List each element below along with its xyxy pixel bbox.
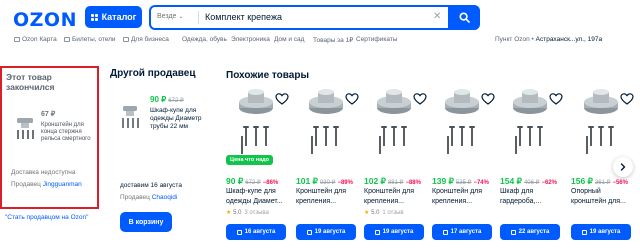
sub-navigation: Ozon Карта Билеты, отели Для бизнеса Оде… [0, 36, 640, 48]
product-name[interactable]: Кронштейн для крепления... [296, 187, 362, 206]
favorite-heart-icon[interactable] [481, 92, 495, 106]
pickup-address: Астраханск...ул., 197а [535, 36, 603, 43]
subnav-item-tickets[interactable]: Билеты, отели [64, 36, 116, 43]
subnav-label: Ozon Карта [22, 36, 57, 43]
subnav-label: Билеты, отели [72, 36, 116, 43]
delivery-date-button[interactable]: 16 августа [226, 224, 286, 240]
catalog-button[interactable]: Каталог [85, 6, 142, 28]
product-price: 139 ₽535 ₽ −74% [432, 176, 489, 186]
product-rating: ★ 5.0 1 отзыв [364, 210, 404, 216]
calendar-icon [442, 229, 448, 235]
product-rating: ★ 5.0 3 отзыва [226, 210, 269, 216]
product-card[interactable]: 154 ₽406 ₽ −62% Шкаф для гардероба,... 22 а… [500, 88, 566, 252]
product-name[interactable]: Опорный кронштейн для... [571, 187, 637, 206]
subnav-item-home[interactable]: Дом и сад [274, 36, 304, 43]
product-name[interactable]: Кронштейн для крепления... [364, 187, 430, 206]
other-seller-seller: Продавец Chaoqidi [120, 194, 177, 201]
star-icon: ★ [226, 210, 232, 216]
seller-link[interactable]: Jingguanman [43, 181, 82, 188]
product-price: 156 ₽361 ₽ −56% [571, 176, 628, 186]
product-thumbnail[interactable] [119, 105, 141, 129]
shipping-status: Доставка недоступна [11, 169, 76, 176]
clear-search-icon[interactable]: ✕ [433, 11, 441, 22]
delivery-date-button[interactable]: 19 августа [364, 224, 424, 240]
product-card[interactable]: 101 ₽930 ₽ −89% Кронштейн для крепления...… [296, 88, 362, 252]
add-to-cart-button[interactable]: В корзину [120, 212, 172, 232]
product-name[interactable]: Шкаф для гардероба,... [500, 187, 566, 206]
plane-icon [64, 37, 70, 42]
subnav-item-one-ruble[interactable]: Товары за 1₽ [313, 36, 353, 44]
card-icon [14, 37, 20, 42]
other-seller-product-name[interactable]: Шкаф-купе для одежды Диаметр трубы 22 мм [150, 107, 210, 131]
subnav-item-clothes[interactable]: Одежда, обувь [182, 36, 227, 43]
search-scope-value: Везде [157, 13, 177, 20]
product-thumbnail [17, 118, 34, 139]
similar-products-heading: Похожие товары [226, 70, 310, 81]
pickup-label: Пункт Ozon [495, 36, 530, 43]
product-price: 154 ₽406 ₽ −62% [500, 176, 557, 186]
star-icon: ★ [364, 210, 370, 216]
delivery-date-button[interactable]: 22 августа [500, 224, 560, 240]
search-button[interactable] [448, 5, 480, 30]
seller-label: Продавец [120, 194, 150, 201]
delivery-date-button[interactable]: 17 августа [432, 224, 492, 240]
become-seller-link[interactable]: "Стать продавцом на Ozon" [5, 214, 88, 221]
search-icon [458, 12, 470, 23]
out-of-stock-name[interactable]: Кронштейн для конца стержня рельса смерт… [41, 122, 98, 143]
out-of-stock-title: Этот товар закончился [6, 72, 55, 92]
out-of-stock-seller: Продавец Jingguanman [11, 181, 82, 188]
favorite-heart-icon[interactable] [620, 92, 634, 106]
product-price: 102 ₽881 ₽ −88% [364, 176, 421, 186]
out-of-stock-panel: Этот товар закончился 67 ₽ Кронштейн для … [0, 66, 99, 209]
delivery-date: доставим 16 августа [120, 182, 182, 189]
subnav-item-ozon-card[interactable]: Ozon Карта [14, 36, 57, 43]
product-card[interactable]: Цена что надо 90 ₽672 ₽ −86% Шкаф-купе для … [226, 88, 292, 252]
subnav-label: Для бизнеса [131, 36, 169, 43]
product-card[interactable]: 102 ₽881 ₽ −88% Кронштейн для крепления...… [364, 88, 430, 252]
favorite-heart-icon[interactable] [275, 92, 289, 106]
ozon-logo[interactable]: OZON [13, 9, 77, 31]
search-scope-select[interactable]: Везде ⌄ [157, 13, 183, 20]
subnav-item-business[interactable]: Для бизнеса [123, 36, 169, 43]
carousel-next-button[interactable] [613, 157, 633, 177]
search-divider [198, 11, 199, 24]
grid-icon [90, 13, 98, 21]
favorite-heart-icon[interactable] [345, 92, 359, 106]
pickup-point[interactable]: Пункт Ozon • Астраханск...ул., 197а [495, 36, 602, 43]
product-price: 90 ₽672 ₽ −86% [226, 176, 279, 186]
product-card[interactable]: 139 ₽535 ₽ −74% Кронштейн для крепления...… [432, 88, 498, 252]
subnav-item-electronics[interactable]: Электроника [231, 36, 270, 43]
delivery-date-button[interactable]: 19 августа [571, 224, 631, 240]
calendar-icon [236, 229, 242, 235]
chevron-down-icon: ⌄ [178, 14, 184, 20]
calendar-icon [510, 229, 516, 235]
product-name[interactable]: Шкаф-купе для одежды Диамет... [226, 187, 292, 206]
chevron-right-icon [620, 163, 626, 171]
price-badge: Цена что надо [226, 155, 273, 165]
product-price: 101 ₽930 ₽ −89% [296, 176, 353, 186]
search-input[interactable]: Комплект крепежа [205, 12, 282, 22]
calendar-icon [581, 229, 587, 235]
seller-label: Продавец [11, 181, 41, 188]
other-seller-price: 90 ₽672 ₽ [150, 95, 184, 104]
other-seller-panel: Другой продавец 90 ₽672 ₽ Шкаф-купе для … [110, 68, 213, 232]
catalog-label: Каталог [101, 12, 137, 22]
product-name[interactable]: Кронштейн для крепления... [432, 187, 498, 206]
other-seller-heading: Другой продавец [110, 68, 196, 79]
calendar-icon [374, 229, 380, 235]
subnav-item-certificates[interactable]: Сертификаты [356, 36, 397, 43]
favorite-heart-icon[interactable] [413, 92, 427, 106]
seller-link[interactable]: Chaoqidi [152, 194, 178, 201]
delivery-date-button[interactable]: 19 августа [296, 224, 356, 240]
calendar-icon [306, 229, 312, 235]
out-of-stock-price: 67 ₽ [41, 111, 56, 118]
briefcase-icon [123, 37, 129, 42]
favorite-heart-icon[interactable] [549, 92, 563, 106]
search-bar[interactable]: Везде ⌄ Комплект крепежа ✕ [149, 5, 480, 30]
